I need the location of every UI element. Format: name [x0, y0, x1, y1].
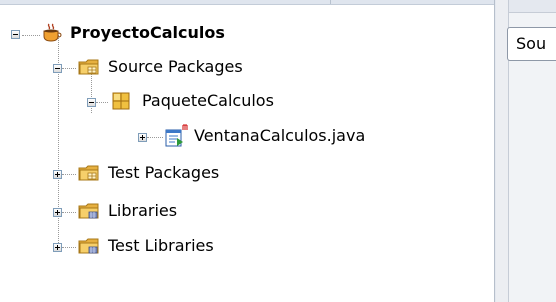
test-folder-icon	[78, 165, 99, 181]
tree-node-java-file[interactable]: VentanaCalculos.java	[0, 123, 365, 151]
project-tree[interactable]: ProyectoCalculos Source Packages Paquete…	[0, 6, 494, 302]
editor-header-strip	[509, 0, 556, 13]
expand-toggle[interactable]	[138, 133, 147, 142]
source-packages-label[interactable]: Source Packages	[108, 57, 243, 77]
java-form-file-icon	[165, 124, 188, 147]
explorer-header-strip	[0, 0, 496, 5]
expand-toggle[interactable]	[53, 208, 62, 217]
library-folder-icon	[78, 203, 99, 219]
libraries-label[interactable]: Libraries	[108, 201, 177, 221]
expand-toggle[interactable]	[53, 243, 62, 252]
tree-node-project[interactable]: ProyectoCalculos	[0, 20, 300, 48]
tab-source[interactable]: Sou	[507, 27, 556, 61]
expand-toggle[interactable]	[53, 170, 62, 179]
tree-node-libraries[interactable]: Libraries	[0, 198, 300, 226]
package-icon	[112, 92, 130, 110]
test-library-folder-icon	[78, 238, 99, 254]
tab-source-label: Sou	[516, 34, 547, 53]
source-folder-icon	[78, 59, 99, 75]
java-file-label[interactable]: VentanaCalculos.java	[194, 126, 365, 146]
collapse-toggle[interactable]	[53, 64, 62, 73]
tree-node-test-packages[interactable]: Test Packages	[0, 160, 300, 188]
collapse-toggle[interactable]	[87, 98, 96, 107]
package-label[interactable]: PaqueteCalculos	[142, 91, 274, 111]
tree-node-package[interactable]: PaqueteCalculos	[0, 88, 320, 116]
coffee-cup-project-icon	[43, 23, 62, 42]
header-separator	[330, 0, 331, 4]
tree-node-source-packages[interactable]: Source Packages	[0, 54, 300, 82]
test-packages-label[interactable]: Test Packages	[108, 163, 219, 183]
tree-node-test-libraries[interactable]: Test Libraries	[0, 233, 300, 261]
collapse-toggle[interactable]	[11, 30, 20, 39]
project-label[interactable]: ProyectoCalculos	[70, 23, 225, 43]
test-libraries-label[interactable]: Test Libraries	[108, 236, 214, 256]
